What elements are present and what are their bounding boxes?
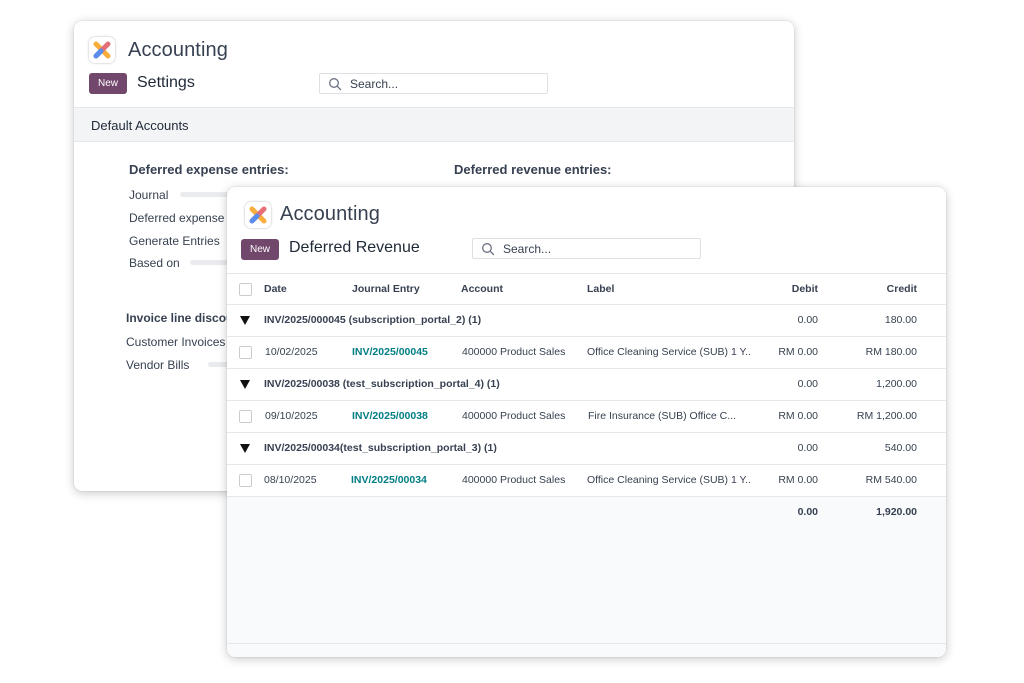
app-title: Accounting <box>280 203 380 225</box>
column-header-label[interactable]: Label <box>587 274 747 305</box>
deferred-revenue-list: Date Journal Entry Account Label Debit C… <box>227 273 946 657</box>
journal-label: Journal <box>129 188 169 202</box>
page-title: Deferred Revenue <box>289 239 420 256</box>
column-header-journal-entry[interactable]: Journal Entry <box>352 274 452 305</box>
group-debit: 0.00 <box>797 314 818 326</box>
group-credit: 1,200.00 <box>876 378 917 390</box>
section-default-accounts: Default Accounts <box>74 107 794 142</box>
group-credit: 180.00 <box>884 314 917 326</box>
row-label: Office Cleaning Service (SUB) 1 Y... <box>587 474 752 486</box>
group-debit: 0.00 <box>797 378 818 390</box>
totals-row: 0.00 1,920.00 <box>227 497 946 529</box>
customer-invoices-label: Customer Invoices <box>126 335 226 349</box>
search-bar[interactable] <box>319 73 548 94</box>
generate-entries-label: Generate Entries <box>129 234 220 248</box>
table-row[interactable]: 10/02/2025 INV/2025/00045 400000 Product… <box>227 337 946 369</box>
group-title: INV/2025/000045 (subscription_portal_2) … <box>264 314 482 326</box>
deferred-revenue-header: Accounting New Deferred Revenue <box>227 187 946 273</box>
list-header: Date Journal Entry Account Label Debit C… <box>227 273 946 305</box>
column-header-account[interactable]: Account <box>461 274 571 305</box>
row-date: 08/10/2025 <box>264 474 317 486</box>
new-button[interactable]: New <box>89 73 128 94</box>
row-credit: RM 1,200.00 <box>856 410 917 422</box>
row-debit: RM 0.00 <box>778 410 818 422</box>
search-icon <box>329 78 342 91</box>
row-checkbox[interactable] <box>239 474 252 487</box>
row-journal-entry-link[interactable]: INV/2025/00038 <box>352 401 452 432</box>
list-footer-divider <box>227 643 946 644</box>
total-debit: 0.00 <box>797 506 818 518</box>
row-debit: RM 0.00 <box>778 474 818 486</box>
row-account: 400000 Product Sales <box>462 346 566 358</box>
row-label: Office Cleaning Service (SUB) 1 Y... <box>587 346 752 358</box>
row-journal-entry-link[interactable]: INV/2025/00045 <box>352 337 452 368</box>
caret-down-icon[interactable] <box>240 380 250 389</box>
group-title: INV/2025/00034(test_subscription_portal_… <box>264 442 497 454</box>
settings-header: Accounting New Settings <box>74 21 794 107</box>
column-header-date[interactable]: Date <box>264 274 344 305</box>
column-header-debit[interactable]: Debit <box>757 274 818 305</box>
row-label: Fire Insurance (SUB) Office C... <box>588 410 737 422</box>
row-checkbox[interactable] <box>239 346 252 359</box>
search-icon <box>482 243 495 256</box>
caret-down-icon[interactable] <box>240 316 250 325</box>
page-title: Settings <box>137 74 195 91</box>
row-journal-entry-link[interactable]: INV/2025/00034 <box>351 465 451 496</box>
group-row[interactable]: INV/2025/00038 (test_subscription_portal… <box>227 369 946 401</box>
row-credit: RM 540.00 <box>865 474 917 486</box>
row-credit: RM 180.00 <box>865 346 917 358</box>
deferred-revenue-window: Accounting New Deferred Revenue Date Jou… <box>227 187 946 657</box>
deferred-expense-heading: Deferred expense entries: <box>129 162 289 177</box>
new-button[interactable]: New <box>241 239 280 260</box>
row-date: 09/10/2025 <box>265 410 318 422</box>
caret-down-icon[interactable] <box>240 444 250 453</box>
search-input[interactable] <box>503 239 696 258</box>
accounting-logo-icon[interactable] <box>245 202 271 228</box>
row-checkbox[interactable] <box>239 410 252 423</box>
search-bar[interactable] <box>472 238 701 259</box>
group-credit: 540.00 <box>884 442 917 454</box>
section-title: Default Accounts <box>91 118 189 133</box>
group-title: INV/2025/00038 (test_subscription_portal… <box>264 378 500 390</box>
based-on-field[interactable] <box>190 260 230 265</box>
app-title: Accounting <box>128 39 228 61</box>
row-date: 10/02/2025 <box>265 346 318 358</box>
table-row[interactable]: 09/10/2025 INV/2025/00038 400000 Product… <box>227 401 946 433</box>
row-debit: RM 0.00 <box>778 346 818 358</box>
group-row[interactable]: INV/2025/000045 (subscription_portal_2) … <box>227 305 946 337</box>
based-on-label: Based on <box>129 256 180 270</box>
accounting-logo-icon[interactable] <box>89 37 115 63</box>
table-row[interactable]: 08/10/2025 INV/2025/00034 400000 Product… <box>227 465 946 497</box>
group-debit: 0.00 <box>797 442 818 454</box>
total-credit: 1,920.00 <box>876 506 917 518</box>
search-input[interactable] <box>350 74 543 93</box>
deferred-revenue-heading: Deferred revenue entries: <box>454 162 612 177</box>
row-account: 400000 Product Sales <box>462 474 566 486</box>
column-header-credit[interactable]: Credit <box>827 274 917 305</box>
deferred-expense-label: Deferred expense <box>129 211 225 225</box>
group-row[interactable]: INV/2025/00034(test_subscription_portal_… <box>227 433 946 465</box>
select-all-checkbox[interactable] <box>239 283 252 296</box>
row-account: 400000 Product Sales <box>462 410 566 422</box>
vendor-bills-label: Vendor Bills <box>126 358 190 372</box>
